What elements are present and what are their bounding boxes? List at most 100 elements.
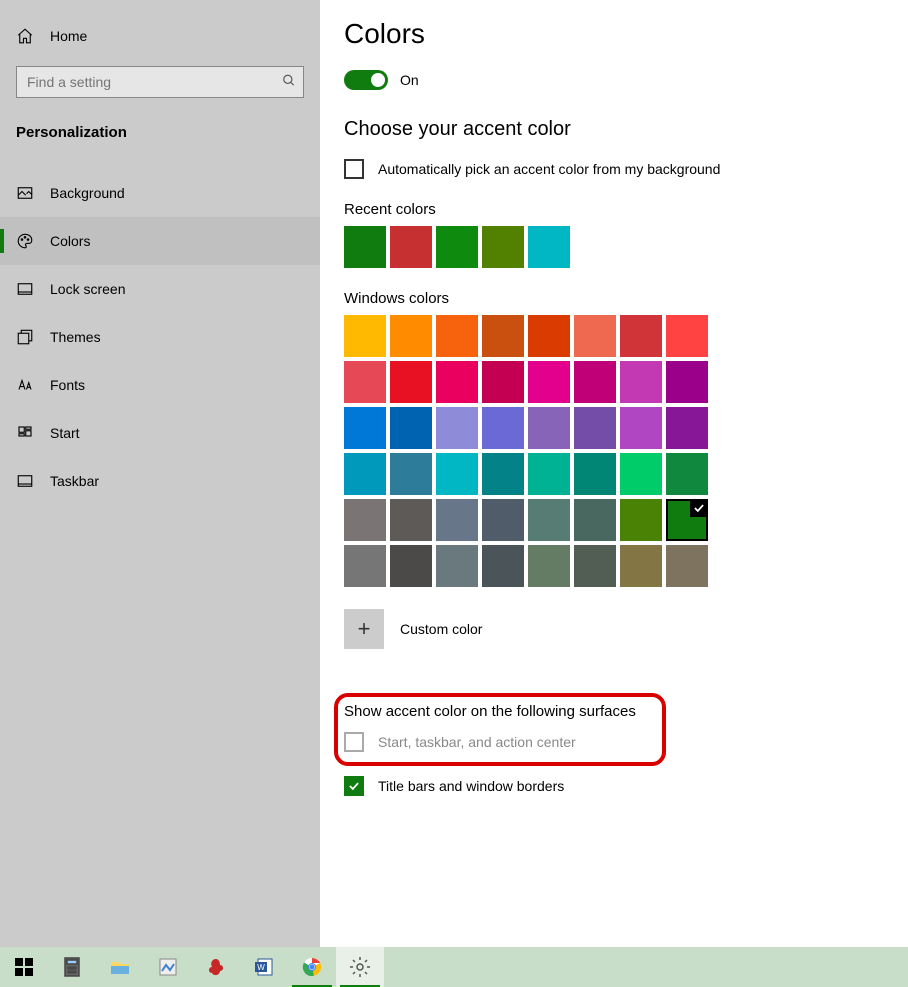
windows-color-swatch[interactable]	[528, 361, 570, 403]
recent-color-swatch[interactable]	[436, 226, 478, 268]
windows-color-swatch[interactable]	[344, 361, 386, 403]
windows-color-swatch[interactable]	[390, 499, 432, 541]
windows-color-swatch[interactable]	[482, 499, 524, 541]
auto-pick-checkbox[interactable]	[344, 159, 364, 179]
windows-color-swatch[interactable]	[574, 407, 616, 449]
taskbar-app-paint[interactable]	[144, 947, 192, 987]
taskbar: W	[0, 947, 908, 987]
windows-color-swatch[interactable]	[574, 453, 616, 495]
windows-color-swatch[interactable]	[666, 545, 708, 587]
windows-color-swatch[interactable]	[344, 499, 386, 541]
windows-color-swatch[interactable]	[482, 361, 524, 403]
sidebar-item-lockscreen[interactable]: Lock screen	[0, 265, 320, 313]
windows-color-swatch[interactable]	[482, 545, 524, 587]
page-title: Colors	[344, 18, 908, 50]
windows-color-swatch[interactable]	[620, 453, 662, 495]
sidebar-section-header: Personalization	[0, 98, 320, 151]
windows-color-swatch[interactable]	[436, 407, 478, 449]
sidebar-item-background[interactable]: Background	[0, 169, 320, 217]
search-field-wrap	[16, 66, 304, 98]
windows-color-swatch[interactable]	[482, 315, 524, 357]
windows-color-swatch[interactable]	[528, 499, 570, 541]
settings-main: Colors On Choose your accent color Autom…	[320, 0, 908, 947]
windows-color-swatch[interactable]	[528, 315, 570, 357]
windows-color-swatch[interactable]	[390, 545, 432, 587]
taskbar-app-word[interactable]: W	[240, 947, 288, 987]
windows-color-swatch[interactable]	[666, 499, 708, 541]
svg-text:W: W	[257, 963, 265, 972]
sidebar-item-themes[interactable]: Themes	[0, 313, 320, 361]
surface-titlebar-label: Title bars and window borders	[378, 778, 564, 794]
windows-color-swatch[interactable]	[666, 315, 708, 357]
taskbar-file-explorer[interactable]	[96, 947, 144, 987]
checkmark-icon	[692, 501, 706, 518]
windows-color-swatch[interactable]	[574, 315, 616, 357]
windows-color-swatch[interactable]	[620, 315, 662, 357]
windows-color-swatch[interactable]	[436, 315, 478, 357]
windows-color-swatch[interactable]	[482, 407, 524, 449]
windows-color-swatch[interactable]	[436, 361, 478, 403]
taskbar-icon	[16, 472, 34, 490]
plus-icon: +	[358, 616, 371, 642]
taskbar-app-red[interactable]	[192, 947, 240, 987]
windows-color-swatch[interactable]	[528, 407, 570, 449]
sidebar-item-fonts[interactable]: Fonts	[0, 361, 320, 409]
windows-color-swatch[interactable]	[528, 453, 570, 495]
surface-start-checkbox[interactable]	[344, 732, 364, 752]
windows-color-swatch[interactable]	[390, 361, 432, 403]
recent-colors-row	[344, 226, 724, 268]
windows-color-swatch[interactable]	[620, 545, 662, 587]
surface-start-label: Start, taskbar, and action center	[378, 734, 576, 750]
windows-color-swatch[interactable]	[344, 315, 386, 357]
sidebar-item-colors[interactable]: Colors	[0, 217, 320, 265]
windows-color-swatch[interactable]	[528, 545, 570, 587]
taskbar-app-settings[interactable]	[336, 947, 384, 987]
custom-color-label: Custom color	[400, 621, 482, 637]
sidebar-home-label: Home	[50, 28, 87, 44]
windows-color-swatch[interactable]	[436, 499, 478, 541]
windows-color-swatch[interactable]	[344, 453, 386, 495]
windows-color-swatch[interactable]	[436, 545, 478, 587]
windows-color-swatch[interactable]	[574, 499, 616, 541]
windows-color-swatch[interactable]	[620, 407, 662, 449]
windows-color-swatch[interactable]	[482, 453, 524, 495]
windows-color-swatch[interactable]	[574, 545, 616, 587]
windows-color-swatch[interactable]	[344, 545, 386, 587]
windows-color-swatch[interactable]	[666, 361, 708, 403]
windows-color-swatch[interactable]	[620, 361, 662, 403]
taskbar-calculator[interactable]	[48, 947, 96, 987]
recent-colors-label: Recent colors	[344, 201, 908, 218]
windows-color-swatch[interactable]	[666, 407, 708, 449]
windows-color-swatch[interactable]	[390, 407, 432, 449]
windows-color-swatch[interactable]	[390, 315, 432, 357]
sidebar-item-taskbar[interactable]: Taskbar	[0, 457, 320, 505]
surface-titlebar-row[interactable]: Title bars and window borders	[344, 776, 908, 796]
auto-pick-label: Automatically pick an accent color from …	[378, 161, 720, 177]
windows-color-swatch[interactable]	[620, 499, 662, 541]
recent-color-swatch[interactable]	[482, 226, 524, 268]
transparency-toggle-row: On	[344, 70, 908, 90]
search-input[interactable]	[16, 66, 304, 98]
sidebar-item-start[interactable]: Start	[0, 409, 320, 457]
auto-pick-row[interactable]: Automatically pick an accent color from …	[344, 159, 908, 179]
windows-color-swatch[interactable]	[574, 361, 616, 403]
sidebar-home[interactable]: Home	[0, 18, 320, 54]
sidebar-item-label: Lock screen	[50, 281, 125, 297]
surface-start-row[interactable]: Start, taskbar, and action center	[344, 732, 652, 752]
background-icon	[16, 184, 34, 202]
recent-color-swatch[interactable]	[390, 226, 432, 268]
transparency-toggle[interactable]	[344, 70, 388, 90]
surface-titlebar-checkbox[interactable]	[344, 776, 364, 796]
windows-colors-grid	[344, 315, 724, 587]
windows-color-swatch[interactable]	[390, 453, 432, 495]
start-button[interactable]	[0, 947, 48, 987]
windows-color-swatch[interactable]	[344, 407, 386, 449]
windows-color-swatch[interactable]	[666, 453, 708, 495]
taskbar-app-chrome[interactable]	[288, 947, 336, 987]
custom-color-button[interactable]: +	[344, 609, 384, 649]
sidebar-item-label: Start	[50, 425, 80, 441]
sidebar-item-label: Themes	[50, 329, 101, 345]
windows-color-swatch[interactable]	[436, 453, 478, 495]
recent-color-swatch[interactable]	[528, 226, 570, 268]
recent-color-swatch[interactable]	[344, 226, 386, 268]
